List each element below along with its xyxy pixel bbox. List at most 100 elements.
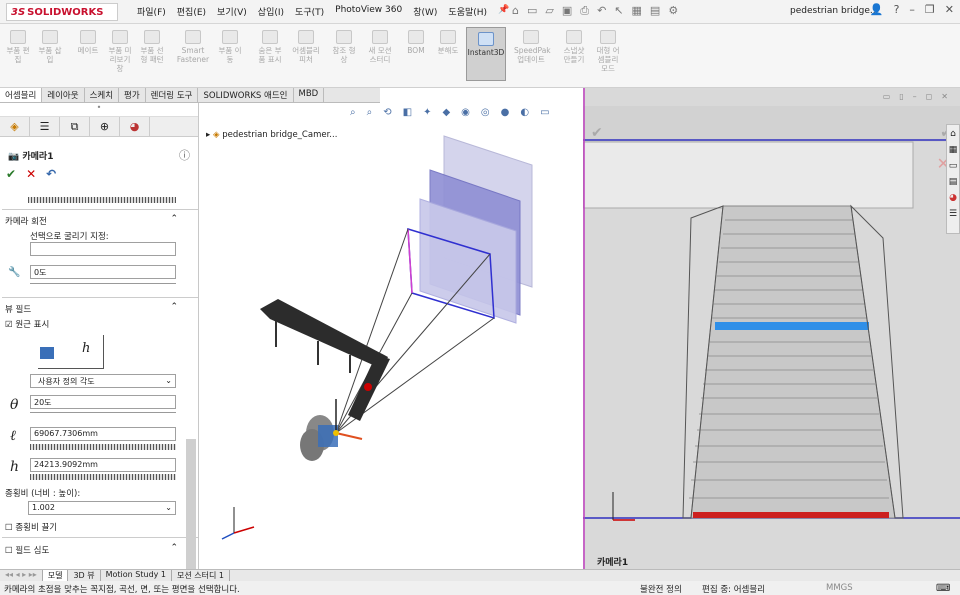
- assembly-features-button[interactable]: 어셈블리 피처: [292, 30, 320, 64]
- exploded-view-button[interactable]: 분해도: [434, 30, 462, 55]
- menu-help[interactable]: 도움말(H): [448, 5, 487, 18]
- collapse-chevron-icon[interactable]: ⌃: [170, 302, 178, 312]
- menu-view[interactable]: 보기(V): [217, 5, 247, 18]
- file-properties-icon[interactable]: ▤: [650, 4, 660, 18]
- tab-nav-arrows[interactable]: ◂◂ ◂ ▸ ▸▸: [0, 570, 43, 581]
- linear-pattern-button[interactable]: 부품 선형 패턴: [138, 30, 166, 64]
- snapshot-button[interactable]: 스냅샷 만들기: [560, 30, 588, 64]
- height-thumbwheel[interactable]: [30, 474, 176, 480]
- property-manager-tab-icon[interactable]: ☰: [30, 117, 60, 136]
- tab-mbd[interactable]: MBD: [294, 88, 325, 102]
- menu-insert[interactable]: 삽입(I): [258, 5, 284, 18]
- tab-layout[interactable]: 레이아웃: [42, 88, 85, 102]
- cancel-icon[interactable]: ✕: [26, 167, 36, 181]
- field-of-view-header[interactable]: 뷰 필드: [5, 303, 31, 315]
- insert-component-button[interactable]: 부품 삽입: [36, 30, 64, 64]
- menu-edit[interactable]: 편집(E): [177, 5, 206, 18]
- edit-component-button[interactable]: 부품 편집: [4, 30, 32, 64]
- panel-scrollbar[interactable]: [186, 439, 196, 570]
- help-icon[interactable]: ?: [894, 3, 900, 16]
- graphics-area[interactable]: ▸ ◈ pedestrian bridge_Camer... ⌕ ⌕ ⟲ ◧ ✦…: [200, 103, 583, 570]
- minimize-icon[interactable]: –: [909, 3, 915, 16]
- status-toggle-icon[interactable]: ⌨: [936, 583, 950, 594]
- perspective-checkbox[interactable]: ☑ 원근 표시: [5, 318, 49, 330]
- component-preview-button[interactable]: 부품 미리보기 창: [106, 30, 134, 73]
- feature-manager-tab-icon[interactable]: ◈: [0, 117, 30, 136]
- rebuild-icon[interactable]: ▦: [632, 4, 642, 18]
- new-motion-study-button[interactable]: 새 모션 스터디: [366, 30, 394, 64]
- menu-photoview[interactable]: PhotoView 360: [335, 5, 402, 18]
- smart-fastener-button[interactable]: Smart Fastener: [176, 30, 210, 64]
- roll-slider[interactable]: [30, 283, 176, 292]
- exploded-view-icon: [440, 30, 456, 44]
- print-icon[interactable]: ⎙: [580, 4, 589, 18]
- solidworks-logo[interactable]: 3S SOLIDWORKS: [6, 3, 118, 21]
- move-component-button[interactable]: 부품 이동: [216, 30, 244, 64]
- reference-geometry-button[interactable]: 참조 형상: [330, 30, 358, 64]
- distance-field[interactable]: 69067.7306mm: [30, 427, 176, 441]
- user-icon[interactable]: 👤: [870, 3, 884, 16]
- large-assembly-icon: [600, 30, 616, 44]
- dimxpert-tab-icon[interactable]: ⊕: [90, 117, 120, 136]
- view-palette-icon[interactable]: ▤: [949, 177, 958, 187]
- tab-sketch[interactable]: 스케치: [85, 88, 120, 102]
- mate-button[interactable]: 메이트: [74, 30, 102, 55]
- tab-addins[interactable]: SOLIDWORKS 애드인: [198, 88, 294, 102]
- depth-of-field-checkbox[interactable]: ☐ 필드 심도: [5, 544, 49, 556]
- command-manager: 부품 편집 부품 삽입 메이트 부품 미리보기 창 부품 선형 패턴 Smart…: [0, 24, 960, 88]
- open-icon[interactable]: ▱: [545, 4, 553, 18]
- large-assembly-button[interactable]: 대형 어셈블리 모드: [594, 30, 622, 73]
- pin-icon[interactable]: 📌: [498, 5, 509, 18]
- configuration-manager-tab-icon[interactable]: ⧉: [60, 117, 90, 136]
- tab-3d-view[interactable]: 3D 뷰: [68, 570, 101, 581]
- appearances-icon[interactable]: ◕: [949, 193, 957, 203]
- menu-file[interactable]: 파일(F): [137, 5, 166, 18]
- restore-icon[interactable]: ❐: [925, 3, 935, 16]
- options-gear-icon[interactable]: ⚙: [668, 4, 678, 18]
- undo-icon[interactable]: ↶: [597, 4, 606, 18]
- status-units[interactable]: MMGS: [826, 583, 853, 593]
- tab-render-tools[interactable]: 렌더링 도구: [146, 88, 199, 102]
- tab-motion-study-1[interactable]: Motion Study 1: [101, 570, 173, 581]
- speedpak-button[interactable]: SpeedPak 업데이트: [514, 30, 551, 64]
- design-library-icon[interactable]: ▦: [949, 145, 958, 155]
- close-icon[interactable]: ✕: [945, 3, 954, 16]
- menu-window[interactable]: 창(W): [413, 5, 437, 18]
- theta-slider[interactable]: [30, 412, 176, 421]
- save-icon[interactable]: ▣: [562, 4, 572, 18]
- height-field[interactable]: 24213.9092mm: [30, 458, 176, 472]
- select-icon[interactable]: ↖: [614, 4, 623, 18]
- tab-assembly[interactable]: 어셈블리: [0, 88, 43, 102]
- panel-splitter[interactable]: •: [0, 103, 198, 117]
- collapse-chevron-icon[interactable]: ⌃: [170, 543, 178, 553]
- new-icon[interactable]: ▭: [527, 4, 537, 18]
- help-icon[interactable]: ⓘ: [179, 147, 190, 163]
- home-icon[interactable]: ⌂: [512, 4, 519, 18]
- theta-field[interactable]: 20도: [30, 395, 176, 409]
- home-icon[interactable]: ⌂: [950, 129, 956, 139]
- bom-button[interactable]: BOM: [402, 30, 430, 55]
- roll-angle-field[interactable]: 0도: [30, 265, 176, 279]
- camera-viewport[interactable]: ▭ ▯ – ◻ ✕ ✔ ✔ ✕ ⌂: [583, 88, 960, 570]
- command-tabs: 어셈블리 레이아웃 스케치 평가 렌더링 도구 SOLIDWORKS 애드인 M…: [0, 88, 380, 103]
- ok-icon[interactable]: ✔: [6, 167, 16, 181]
- angle-type-select[interactable]: 사용자 정의 각도 ⌄: [30, 374, 176, 388]
- tab-model[interactable]: 모델: [42, 570, 69, 581]
- show-hidden-button[interactable]: 숨은 부품 표시: [256, 30, 284, 64]
- undo-icon[interactable]: ↶: [46, 167, 56, 181]
- speedpak-icon: [523, 30, 539, 44]
- distance-thumbwheel[interactable]: [30, 444, 176, 450]
- camera-rotation-header[interactable]: 카메라 회전: [5, 215, 47, 227]
- confirm-checkmark-icon[interactable]: ✔: [591, 125, 603, 141]
- tab-motion-study-ko[interactable]: 모션 스터디 1: [172, 570, 231, 581]
- menu-tools[interactable]: 도구(T): [295, 5, 324, 18]
- aspect-ratio-select[interactable]: 1.002 ⌄: [28, 501, 176, 515]
- custom-properties-icon[interactable]: ☰: [949, 209, 957, 219]
- tab-evaluate[interactable]: 평가: [119, 88, 146, 102]
- display-manager-tab-icon[interactable]: ◕: [120, 117, 150, 136]
- roll-selection-field[interactable]: [30, 242, 176, 256]
- collapse-chevron-icon[interactable]: ⌃: [170, 214, 178, 224]
- instant3d-button[interactable]: Instant3D: [466, 27, 506, 81]
- drag-aspect-checkbox[interactable]: ☐ 종횡비 끌기: [5, 521, 57, 533]
- file-explorer-icon[interactable]: ▭: [949, 161, 958, 171]
